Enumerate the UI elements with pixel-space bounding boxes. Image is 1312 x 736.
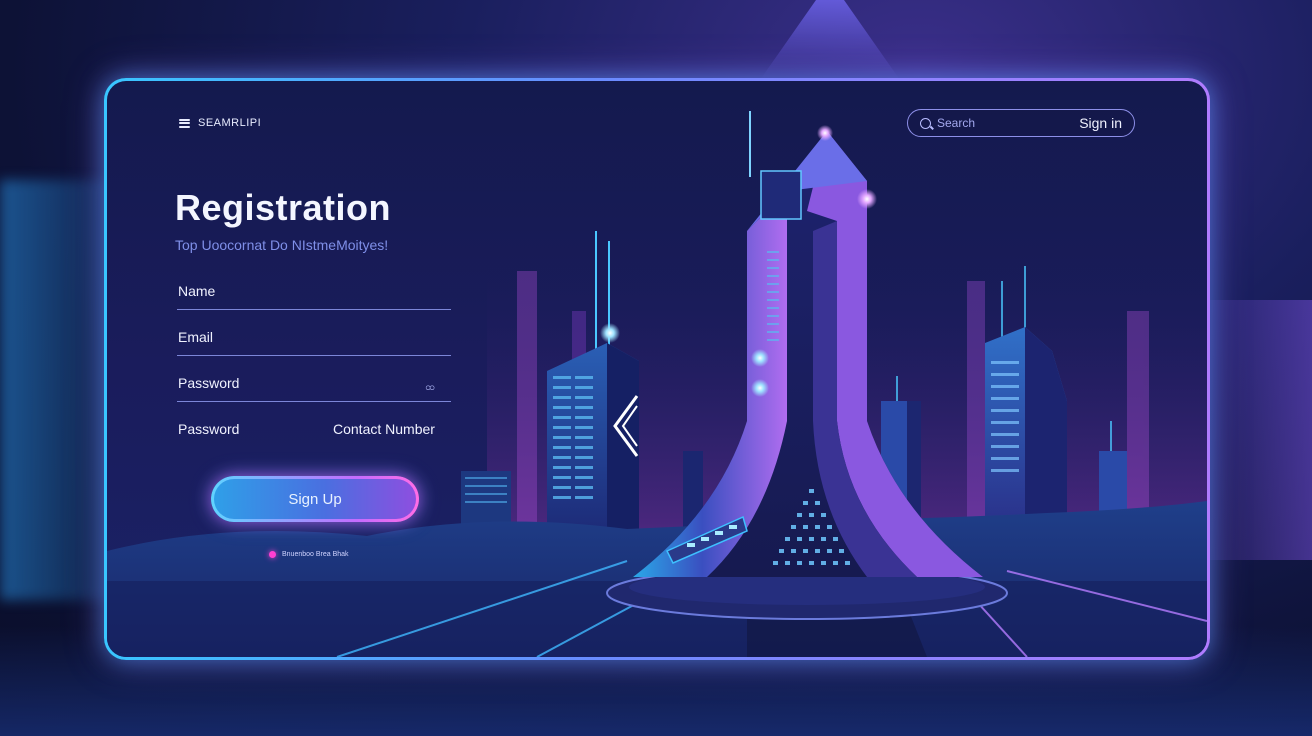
password-field[interactable]: Password ထ bbox=[177, 371, 455, 403]
registration-panel: SEAMRLIPI Sign in Registration Top Uooco… bbox=[104, 78, 1210, 660]
page-subtitle: Top Uoocornat Do NIstmeMoityes! bbox=[175, 237, 389, 253]
name-field[interactable]: Name bbox=[177, 279, 455, 311]
city-illustration bbox=[107, 111, 1207, 657]
footnote-text[interactable]: Bnuenboo Brea Bhak bbox=[282, 551, 349, 558]
brand-name: SEAMRLIPI bbox=[198, 117, 262, 129]
sign-up-button[interactable]: Sign Up bbox=[211, 476, 419, 522]
confirm-password-label[interactable]: Password bbox=[178, 421, 239, 437]
page-title: Registration bbox=[175, 187, 392, 228]
background-light-beam bbox=[760, 0, 900, 80]
password-input[interactable] bbox=[177, 371, 455, 403]
footnote: Bnuenboo Brea Bhak bbox=[269, 551, 349, 558]
email-field[interactable]: Email bbox=[177, 325, 455, 357]
email-input[interactable] bbox=[177, 325, 455, 357]
name-input[interactable] bbox=[177, 279, 455, 311]
search-input[interactable] bbox=[937, 116, 1047, 130]
brand: SEAMRLIPI bbox=[179, 117, 261, 129]
search-icon bbox=[920, 117, 931, 129]
show-password-icon[interactable]: ထ bbox=[425, 380, 435, 395]
status-dot-icon bbox=[269, 551, 276, 558]
contact-number-label[interactable]: Contact Number bbox=[333, 421, 435, 437]
hamburger-menu-icon[interactable] bbox=[179, 118, 190, 128]
search-bar: Sign in bbox=[907, 109, 1135, 137]
sign-in-link[interactable]: Sign in bbox=[1079, 115, 1122, 131]
